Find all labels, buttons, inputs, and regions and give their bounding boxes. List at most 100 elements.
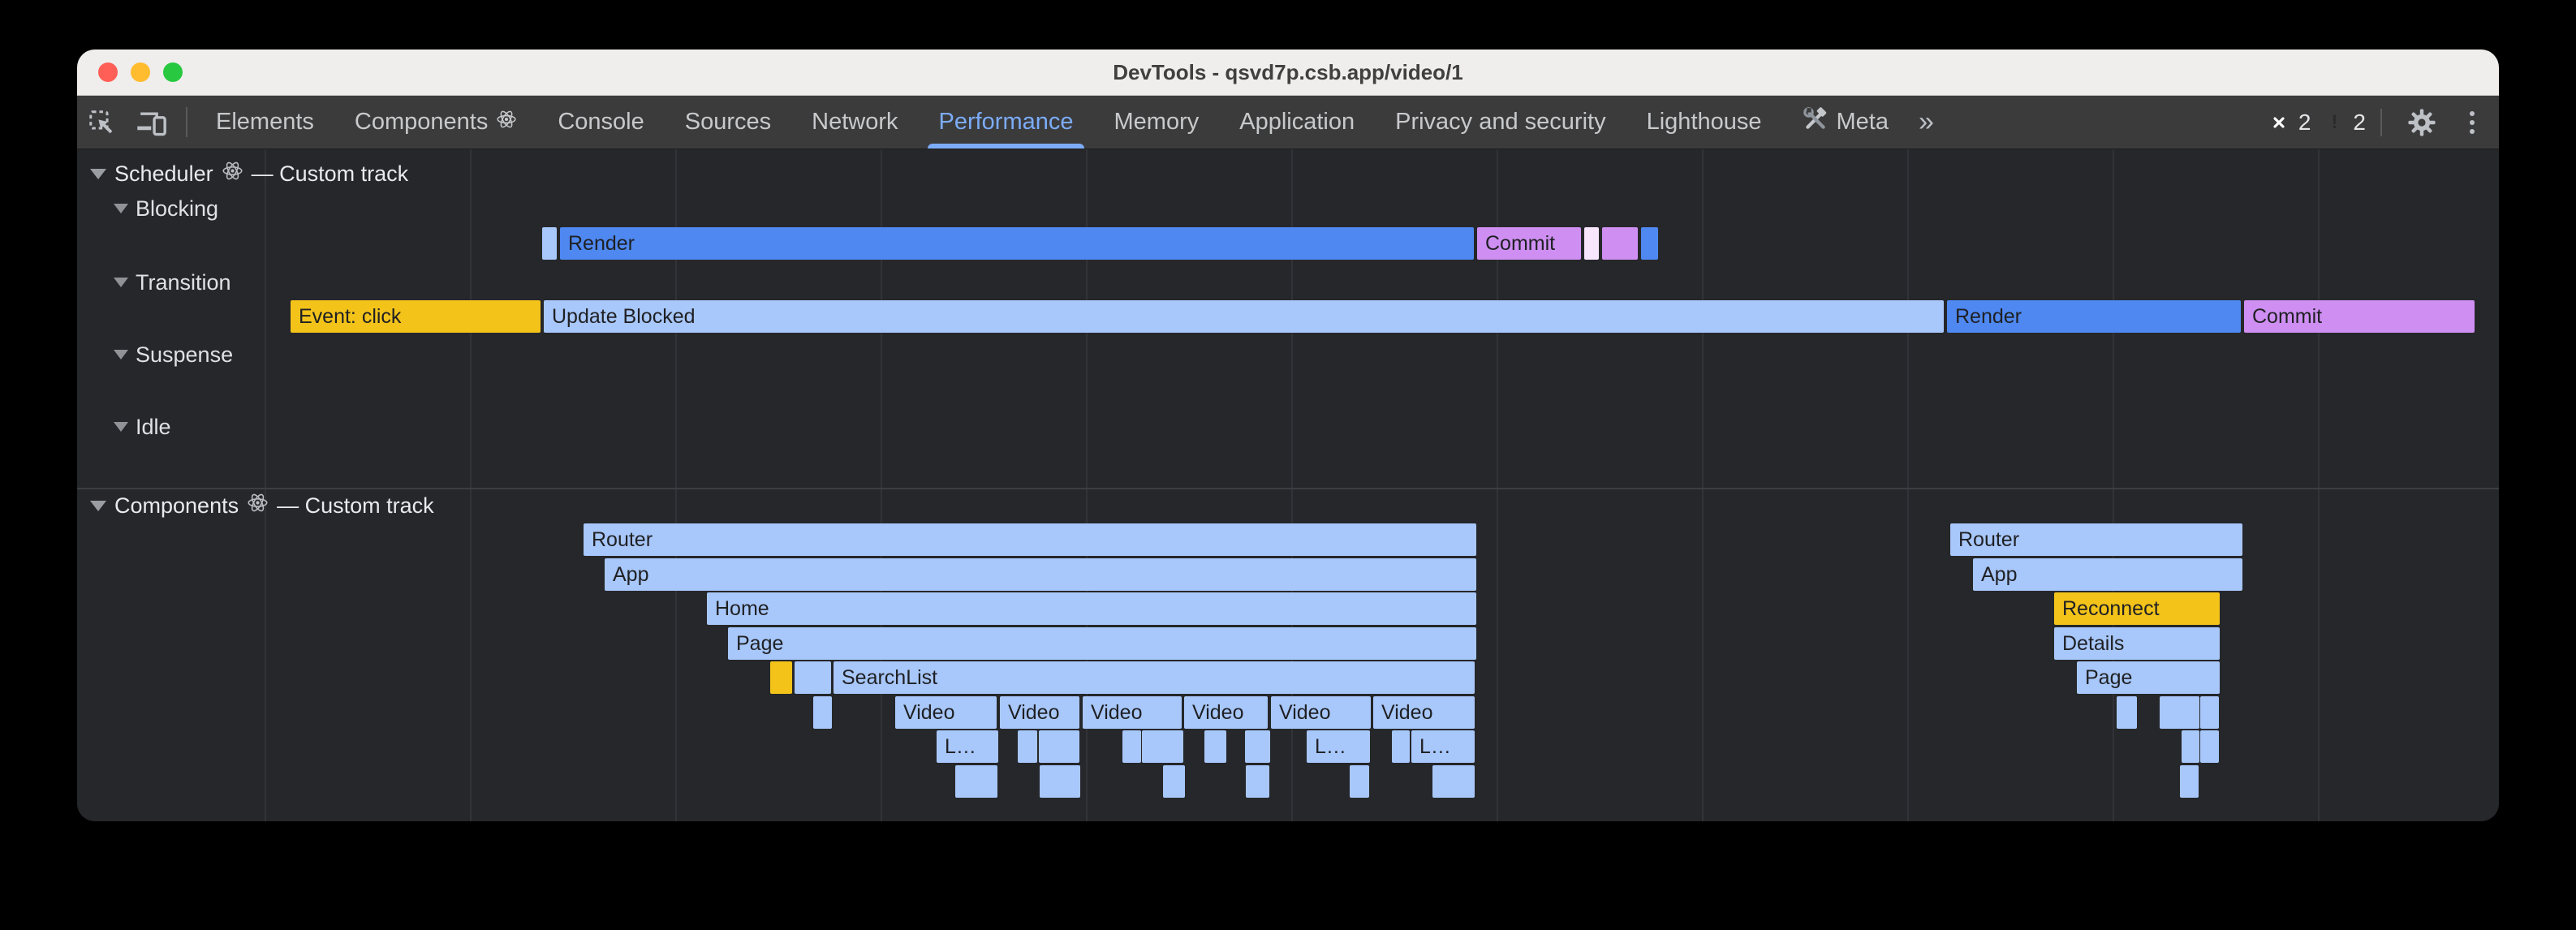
performance-panel[interactable]: Scheduler — Custom track Blocking Transi… xyxy=(77,149,2499,821)
zoom-button[interactable] xyxy=(163,62,183,82)
flame-bar-video[interactable]: Video xyxy=(1184,696,1268,729)
lane-label-suspense[interactable]: Suspense xyxy=(114,342,233,367)
error-badge[interactable]: 2 xyxy=(2266,110,2311,136)
flame-bar[interactable] xyxy=(813,696,832,729)
flame-bar-l-[interactable]: L… xyxy=(1411,730,1475,763)
flame-bar[interactable] xyxy=(1246,765,1269,798)
flame-bar-render[interactable]: Render xyxy=(1947,300,2241,333)
tab-elements[interactable]: Elements xyxy=(196,96,334,149)
flame-bar[interactable] xyxy=(2200,730,2219,763)
flame-bar-commit[interactable]: Commit xyxy=(2244,300,2475,333)
flame-bar-page[interactable]: Page xyxy=(2077,661,2220,694)
flame-bar-router[interactable]: Router xyxy=(1950,523,2242,556)
flame-bar-video[interactable]: Video xyxy=(1083,696,1182,729)
tab-application[interactable]: Application xyxy=(1219,96,1375,149)
flame-bar-video[interactable]: Video xyxy=(895,696,997,729)
track-header-components[interactable]: Components — Custom track xyxy=(90,493,434,518)
gridline xyxy=(2318,149,2320,821)
flame-bar-commit[interactable]: Commit xyxy=(1477,227,1581,260)
flame-bar-router[interactable]: Router xyxy=(584,523,1476,556)
tab-label: Memory xyxy=(1114,109,1200,136)
tab-sources[interactable]: Sources xyxy=(665,96,791,149)
react-atom-icon xyxy=(247,492,269,519)
flame-bar[interactable] xyxy=(1584,227,1599,260)
flame-bar[interactable] xyxy=(1040,765,1080,798)
tab-memory[interactable]: Memory xyxy=(1094,96,1220,149)
collapse-triangle-icon xyxy=(114,350,128,360)
inspect-cursor-icon xyxy=(87,108,116,137)
flame-bar-reconnect[interactable]: Reconnect xyxy=(2054,592,2220,625)
flame-bar[interactable] xyxy=(1641,227,1658,260)
inspect-element-button[interactable] xyxy=(77,96,126,149)
collapse-triangle-icon xyxy=(114,278,128,287)
lane-label-text: Blocking xyxy=(136,196,218,222)
flame-bar-details[interactable]: Details xyxy=(2054,627,2220,660)
flame-bar[interactable] xyxy=(1122,730,1141,763)
device-toolbar-button[interactable] xyxy=(126,96,178,149)
flame-bar[interactable] xyxy=(1350,765,1369,798)
traffic-lights xyxy=(98,50,183,95)
flame-bar[interactable] xyxy=(1142,730,1183,763)
collapse-triangle-icon xyxy=(90,169,106,179)
flame-bar-page[interactable]: Page xyxy=(728,627,1476,660)
tab-privacy-and-security[interactable]: Privacy and security xyxy=(1375,96,1626,149)
tab-network[interactable]: Network xyxy=(791,96,918,149)
lane-label-idle[interactable]: Idle xyxy=(114,415,171,439)
gridline xyxy=(2113,149,2114,821)
tab-lighthouse[interactable]: Lighthouse xyxy=(1626,96,1782,149)
track-title: Scheduler xyxy=(114,161,213,187)
flame-bar[interactable] xyxy=(1602,227,1638,260)
tab-performance[interactable]: Performance xyxy=(918,96,1093,149)
flame-bar-render[interactable]: Render xyxy=(560,227,1474,260)
minimize-button[interactable] xyxy=(131,62,150,82)
lane-label-transition[interactable]: Transition xyxy=(114,270,231,295)
gridline xyxy=(470,149,472,821)
flame-bar-l-[interactable]: L… xyxy=(1307,730,1370,763)
flame-bar-video[interactable]: Video xyxy=(1373,696,1475,729)
flame-bar-app[interactable]: App xyxy=(1973,558,2242,591)
flame-bar-searchlist[interactable]: SearchList xyxy=(834,661,1475,694)
settings-button[interactable] xyxy=(2397,107,2447,138)
tab-label: Console xyxy=(558,109,644,136)
react-atom-icon xyxy=(222,160,243,187)
kebab-menu-button[interactable] xyxy=(2458,111,2486,134)
flame-bar[interactable] xyxy=(1039,730,1079,763)
close-button[interactable] xyxy=(98,62,118,82)
react-atom-icon xyxy=(496,109,517,136)
tab-components[interactable]: Components xyxy=(334,96,537,149)
titlebar[interactable]: DevTools - qsvd7p.csb.app/video/1 xyxy=(77,50,2499,96)
flame-bar[interactable] xyxy=(1392,730,1410,763)
flame-bar[interactable] xyxy=(2200,696,2219,729)
panel-tabs: ElementsComponents Console SourcesNetwork… xyxy=(196,96,1909,149)
flame-bar[interactable] xyxy=(2180,765,2199,798)
warning-badge[interactable]: ! 2 xyxy=(2322,110,2366,136)
flame-bar-update-blocked[interactable]: Update Blocked xyxy=(544,300,1944,333)
track-header-scheduler[interactable]: Scheduler — Custom track xyxy=(90,161,408,186)
flame-bar[interactable] xyxy=(1018,730,1037,763)
flame-bar-video[interactable]: Video xyxy=(1000,696,1079,729)
flame-bar[interactable] xyxy=(955,765,997,798)
tab-meta[interactable]: Meta xyxy=(1782,96,1909,149)
flame-bar-video[interactable]: Video xyxy=(1271,696,1371,729)
flame-bar[interactable] xyxy=(795,661,831,694)
window-title: DevTools - qsvd7p.csb.app/video/1 xyxy=(77,60,2499,85)
flame-bar-l-[interactable]: L… xyxy=(937,730,998,763)
flame-bar-event-click[interactable]: Event: click xyxy=(291,300,541,333)
flame-bar[interactable] xyxy=(1245,730,1270,763)
flame-bar[interactable] xyxy=(2117,696,2137,729)
tab-console[interactable]: Console xyxy=(537,96,664,149)
flame-bar[interactable] xyxy=(1163,765,1185,798)
more-tabs-button[interactable]: » xyxy=(1909,96,1944,149)
flame-bar-home[interactable]: Home xyxy=(707,592,1476,625)
flame-bar-app[interactable]: App xyxy=(605,558,1476,591)
tab-label: Performance xyxy=(938,109,1073,136)
flame-bar[interactable] xyxy=(1432,765,1475,798)
lane-label-blocking[interactable]: Blocking xyxy=(114,196,218,221)
flame-bar[interactable] xyxy=(2160,696,2199,729)
flame-bar[interactable] xyxy=(2182,730,2199,763)
flame-bar[interactable] xyxy=(542,227,557,260)
flame-bar[interactable] xyxy=(770,661,792,694)
warning-count: 2 xyxy=(2353,110,2366,136)
flame-bar[interactable] xyxy=(1204,730,1226,763)
track-subtitle: — Custom track xyxy=(277,493,434,519)
